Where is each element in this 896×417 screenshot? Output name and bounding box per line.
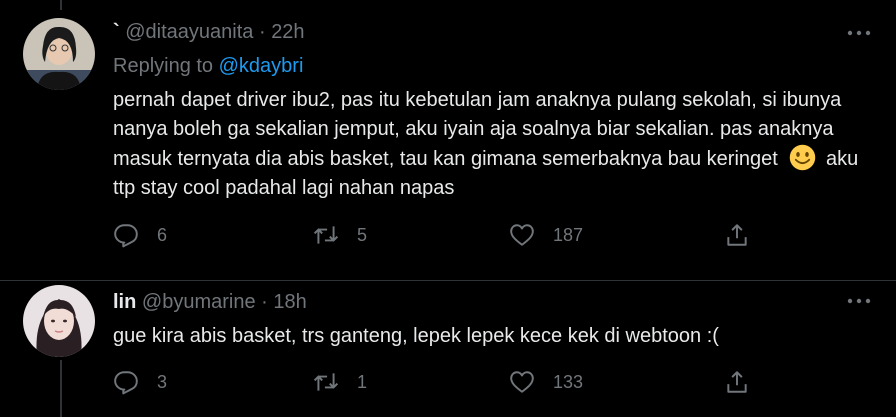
reply-count: 6 — [157, 224, 168, 245]
slightly-smiling-face-emoji — [790, 144, 816, 171]
more-options-icon[interactable] — [846, 296, 872, 306]
retweet-icon — [313, 373, 339, 391]
tweet-text-part: pernah dapet driver ibu2, pas itu kebetu… — [113, 89, 842, 170]
tweet-time[interactable]: 22h — [271, 21, 304, 43]
avatar[interactable] — [23, 18, 95, 90]
share-button[interactable] — [724, 369, 768, 395]
like-button[interactable]: 133 — [509, 369, 583, 395]
reply-button[interactable]: 3 — [113, 369, 167, 395]
retweet-button[interactable]: 1 — [313, 369, 367, 395]
tweet-text: gue kira abis basket, trs ganteng, lepek… — [113, 325, 719, 347]
heart-icon — [510, 224, 534, 246]
share-button[interactable] — [724, 222, 768, 248]
replying-to-label: Replying to — [113, 55, 214, 77]
retweet-count: 5 — [357, 224, 368, 245]
like-count: 187 — [553, 224, 584, 245]
more-options-icon[interactable] — [846, 28, 872, 38]
share-icon — [727, 224, 747, 246]
replying-to: Replying to @kdaybri — [113, 55, 303, 78]
user-handle[interactable]: @byumarine — [142, 291, 256, 313]
reply-icon — [114, 224, 138, 248]
retweet-button[interactable]: 5 — [313, 222, 367, 248]
replying-to-handle[interactable]: @kdaybri — [219, 55, 304, 77]
reply-button[interactable]: 6 — [113, 222, 167, 248]
tweet-header: ` @ditaayuanita · 22h — [113, 21, 305, 44]
separator-dot: · — [258, 21, 272, 43]
tweet-header: lin @byumarine · 18h — [113, 291, 307, 314]
like-button[interactable]: 187 — [509, 222, 583, 248]
tweet-item[interactable]: ` @ditaayuanita · 22h Replying to @kdayb… — [0, 0, 896, 280]
retweet-count: 1 — [357, 371, 368, 392]
reply-count: 3 — [157, 371, 168, 392]
share-icon — [727, 371, 747, 393]
avatar-image — [23, 18, 95, 90]
avatar-image — [23, 285, 95, 357]
retweet-icon — [313, 226, 339, 244]
user-handle[interactable]: @ditaayuanita — [125, 21, 253, 43]
display-name[interactable]: ` — [113, 21, 120, 43]
tweet-text: pernah dapet driver ibu2, pas itu kebetu… — [113, 86, 883, 203]
reply-icon — [114, 371, 138, 395]
tweet-item[interactable]: lin @byumarine · 18h gue kira abis baske… — [0, 281, 896, 417]
heart-icon — [510, 371, 534, 393]
display-name[interactable]: lin — [113, 291, 136, 313]
separator-dot: · — [261, 291, 274, 313]
like-count: 133 — [553, 371, 584, 392]
tweet-time[interactable]: 18h — [273, 291, 306, 313]
avatar[interactable] — [23, 285, 95, 357]
